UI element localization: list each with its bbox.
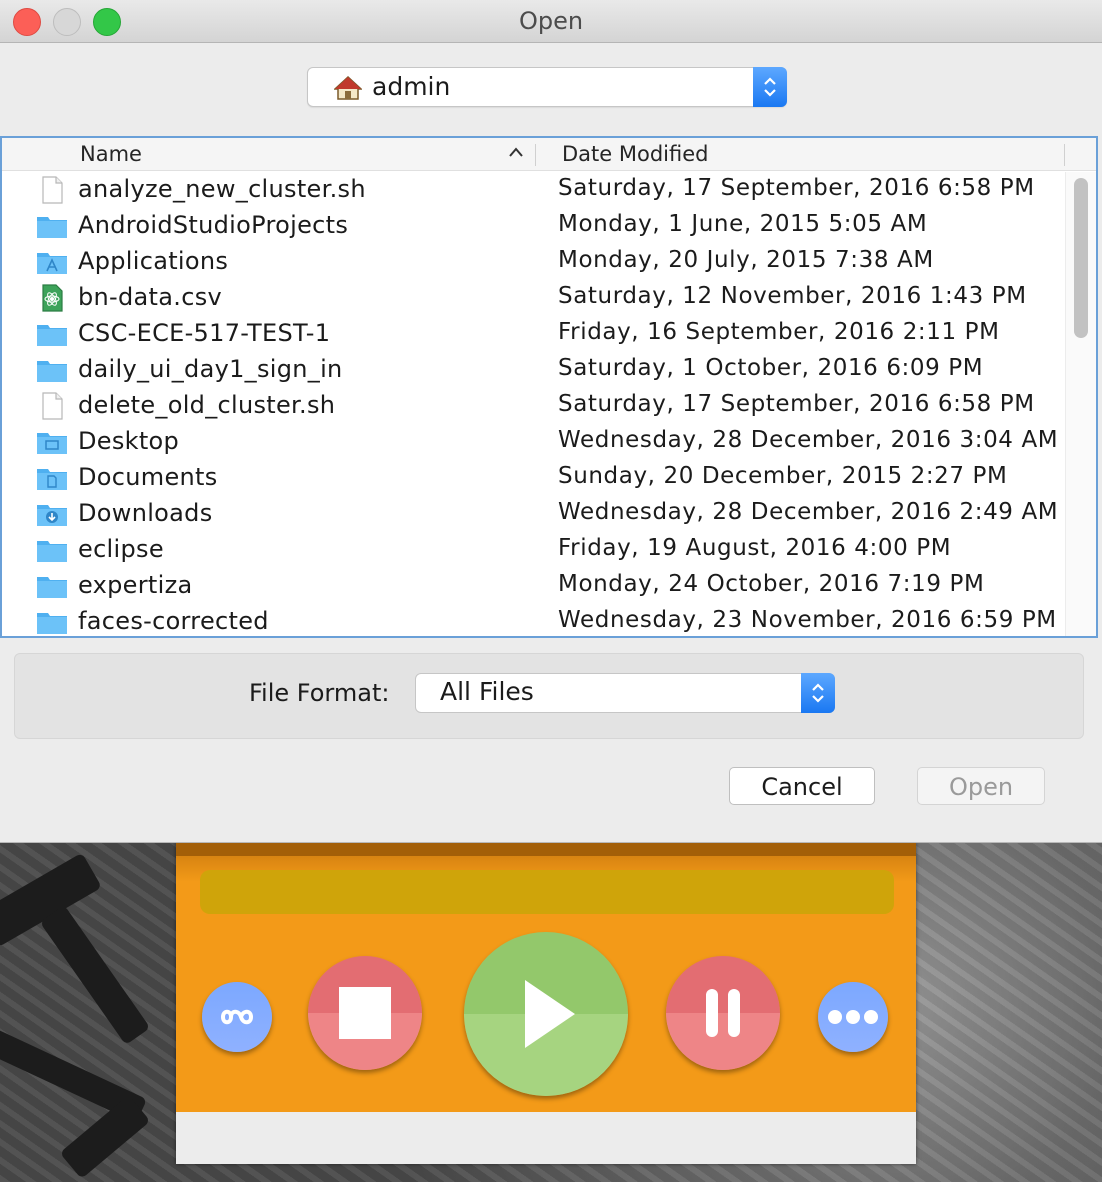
stop-button[interactable] [308, 956, 422, 1070]
file-date-modified: Monday, 1 June, 2015 5:05 AM [558, 211, 928, 237]
file-name: delete_old_cluster.sh [78, 391, 336, 419]
file-row[interactable]: faces-corrected Wednesday, 23 November, 2… [2, 604, 1062, 636]
play-icon [525, 980, 575, 1048]
file-row[interactable]: analyze_new_cluster.sh Saturday, 17 Septe… [2, 172, 1062, 208]
repeat-button[interactable] [202, 982, 272, 1052]
file-name: Downloads [78, 499, 213, 527]
column-divider[interactable] [535, 144, 536, 166]
file-format-panel: File Format: All Files [14, 653, 1084, 739]
file-date-modified: Wednesday, 23 November, 2016 6:59 PM [558, 607, 1057, 633]
file-date-modified: Saturday, 17 September, 2016 6:58 PM [558, 175, 1035, 201]
file-format-dropdown[interactable]: All Files [415, 673, 835, 713]
file-date-modified: Friday, 16 September, 2016 2:11 PM [558, 319, 1000, 345]
file-name: eclipse [78, 535, 164, 563]
applications-folder-icon [37, 253, 67, 274]
pause-button[interactable] [666, 956, 780, 1070]
file-row[interactable]: Desktop Wednesday, 28 December, 2016 3:04… [2, 424, 1062, 460]
file-date-modified: Saturday, 1 October, 2016 6:09 PM [558, 355, 984, 381]
sort-ascending-icon[interactable] [508, 146, 524, 158]
stop-icon [339, 987, 391, 1039]
file-list-header: Name Date Modified [2, 138, 1096, 171]
window-title: Open [518, 7, 584, 35]
file-name: expertiza [78, 571, 193, 599]
downloads-folder-icon [37, 505, 67, 526]
desktop-folder-icon [37, 433, 67, 454]
file-row[interactable]: Documents Sunday, 20 December, 2015 2:27 … [2, 460, 1062, 496]
track-progress-bar[interactable] [200, 870, 894, 914]
more-icon-dot [864, 1010, 878, 1024]
folder-icon [37, 361, 67, 382]
folder-icon [37, 217, 67, 238]
file-date-modified: Monday, 20 July, 2015 7:38 AM [558, 247, 934, 273]
more-button[interactable] [818, 982, 888, 1052]
file-date-modified: Monday, 24 October, 2016 7:19 PM [558, 571, 985, 597]
pause-icon [706, 989, 718, 1037]
location-label: admin [372, 72, 451, 101]
file-name: Documents [78, 463, 218, 491]
file-date-modified: Sunday, 20 December, 2015 2:27 PM [558, 463, 1008, 489]
file-date-modified: Wednesday, 28 December, 2016 3:04 AM [558, 427, 1059, 453]
open-button[interactable]: Open [917, 767, 1045, 805]
file-date-modified: Wednesday, 28 December, 2016 2:49 AM [558, 499, 1059, 525]
player-controls-area [176, 842, 916, 1112]
folder-icon [37, 577, 67, 598]
scrollbar[interactable] [1065, 172, 1096, 636]
infinity-icon [220, 1009, 254, 1025]
documents-folder-icon [37, 469, 67, 490]
pause-icon-bar [728, 989, 740, 1037]
wallpaper-shape [39, 904, 151, 1046]
file-row[interactable]: bn-data.csv Saturday, 12 November, 2016 1… [2, 280, 1062, 316]
document-icon [42, 392, 63, 420]
file-rows: analyze_new_cluster.sh Saturday, 17 Septe… [2, 172, 1062, 636]
name-column-header[interactable]: Name [80, 142, 142, 166]
home-icon [334, 76, 362, 100]
csv-file-icon [42, 284, 63, 312]
location-stepper[interactable] [753, 67, 787, 107]
file-name: Desktop [78, 427, 180, 455]
file-name: AndroidStudioProjects [78, 211, 349, 239]
file-list[interactable]: Name Date Modified analyze_new_cluster.s… [0, 136, 1098, 638]
location-dropdown[interactable]: admin [307, 67, 787, 107]
folder-icon [37, 325, 67, 346]
file-date-modified: Saturday, 12 November, 2016 1:43 PM [558, 283, 1027, 309]
file-row[interactable]: daily_ui_day1_sign_in Saturday, 1 October… [2, 352, 1062, 388]
file-row[interactable]: CSC-ECE-517-TEST-1 Friday, 16 September, … [2, 316, 1062, 352]
file-date-modified: Friday, 19 August, 2016 4:00 PM [558, 535, 952, 561]
title-bar: Open [0, 0, 1102, 43]
play-button[interactable] [464, 932, 628, 1096]
media-player-window [176, 842, 916, 1164]
document-icon [42, 176, 63, 204]
file-row[interactable]: Downloads Wednesday, 28 December, 2016 2:… [2, 496, 1062, 532]
folder-icon [37, 541, 67, 562]
column-divider[interactable] [1064, 144, 1065, 166]
file-format-label: File Format: [249, 679, 390, 707]
cancel-button[interactable]: Cancel [729, 767, 875, 805]
more-icon [828, 1010, 842, 1024]
chevron-up-down-icon [812, 683, 824, 703]
open-dialog: Open admin Name Date Modified analyze_ne… [0, 0, 1102, 843]
file-format-stepper[interactable] [801, 673, 835, 713]
file-row[interactable]: Applications Monday, 20 July, 2015 7:38 A… [2, 244, 1062, 280]
file-format-value: All Files [440, 677, 534, 706]
file-name: daily_ui_day1_sign_in [78, 355, 343, 383]
file-name: Applications [78, 247, 229, 275]
file-name: analyze_new_cluster.sh [78, 175, 366, 203]
file-row[interactable]: expertiza Monday, 24 October, 2016 7:19 P… [2, 568, 1062, 604]
chevron-up-down-icon [764, 77, 776, 97]
more-icon-dot [846, 1010, 860, 1024]
folder-icon [37, 613, 67, 634]
file-name: CSC-ECE-517-TEST-1 [78, 319, 331, 347]
file-date-modified: Saturday, 17 September, 2016 6:58 PM [558, 391, 1035, 417]
scrollbar-thumb[interactable] [1074, 178, 1088, 338]
file-row[interactable]: AndroidStudioProjects Monday, 1 June, 201… [2, 208, 1062, 244]
file-row[interactable]: delete_old_cluster.sh Saturday, 17 Septem… [2, 388, 1062, 424]
file-name: faces-corrected [78, 607, 269, 635]
file-name: bn-data.csv [78, 283, 222, 311]
file-row[interactable]: eclipse Friday, 19 August, 2016 4:00 PM [2, 532, 1062, 568]
date-column-header[interactable]: Date Modified [562, 142, 708, 166]
